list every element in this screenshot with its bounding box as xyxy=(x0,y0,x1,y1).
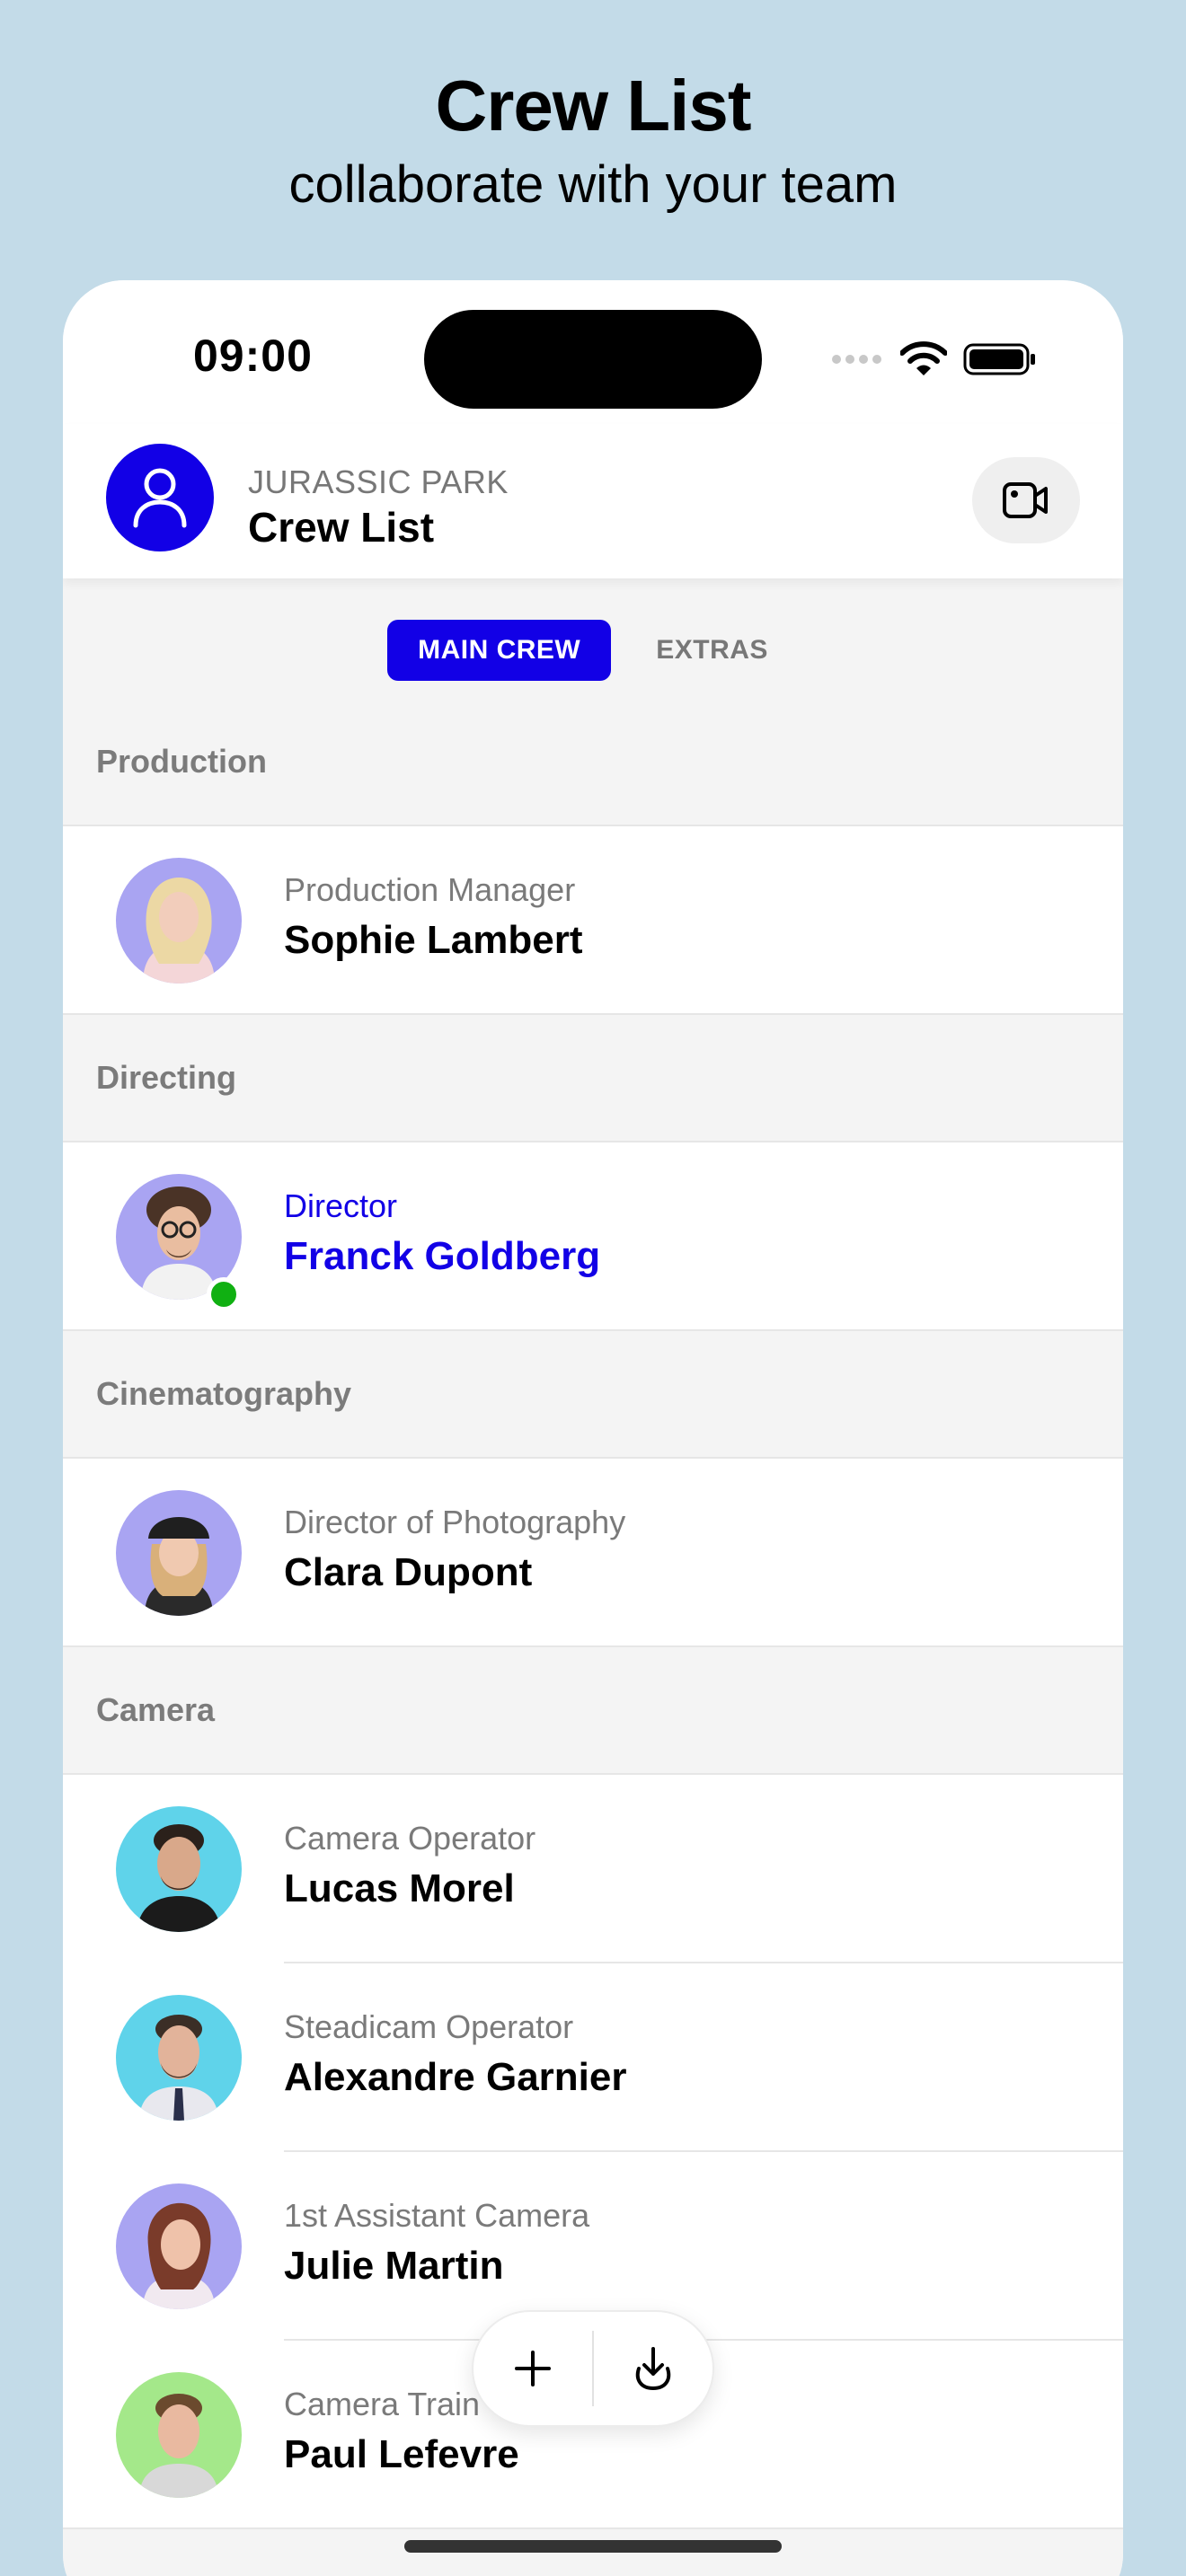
wifi-icon xyxy=(900,341,947,375)
user-icon xyxy=(133,468,187,528)
section-header-production: Production xyxy=(63,699,1123,826)
crew-role: Camera Train xyxy=(284,2386,481,2422)
crew-tabs: MAIN CREW EXTRAS xyxy=(63,620,1123,681)
floating-action-bar xyxy=(472,2310,714,2427)
crew-row[interactable]: Director Franck Goldberg xyxy=(63,1142,1123,1331)
avatar xyxy=(116,1995,242,2121)
status-time: 09:00 xyxy=(193,331,313,381)
crew-role: Camera Operator xyxy=(284,1820,536,1857)
app-header: JURASSIC PARK Crew List xyxy=(63,424,1123,578)
page-title: Crew List xyxy=(248,504,435,551)
profile-avatar[interactable] xyxy=(106,444,214,551)
cellular-signal-icon xyxy=(832,355,881,364)
crew-role: Steadicam Operator xyxy=(284,2008,574,2045)
avatar xyxy=(116,858,242,984)
add-crew-button[interactable] xyxy=(474,2310,592,2427)
battery-icon xyxy=(963,343,1035,375)
crew-role: Director of Photography xyxy=(284,1504,626,1540)
video-camera-icon xyxy=(1003,482,1048,518)
promo-subtitle: collaborate with your team xyxy=(288,155,898,214)
avatar xyxy=(116,2183,242,2309)
avatar xyxy=(116,2372,242,2498)
section-header-camera: Camera xyxy=(63,1647,1123,1775)
crew-role: Director xyxy=(284,1187,398,1224)
phone-screen: 09:00 JURASSIC PARK Crew List MAIN CREW … xyxy=(63,280,1123,2576)
download-icon xyxy=(635,2347,671,2391)
avatar xyxy=(116,1490,242,1616)
tab-main-crew[interactable]: MAIN CREW xyxy=(387,620,612,681)
download-button[interactable] xyxy=(594,2310,712,2427)
promo-title: Crew List xyxy=(435,66,751,146)
plus-icon xyxy=(515,2351,551,2386)
crew-name: Alexandre Garnier xyxy=(284,2055,627,2099)
home-indicator[interactable] xyxy=(404,2540,782,2553)
crew-name: Sophie Lambert xyxy=(284,918,583,962)
crew-role: 1st Assistant Camera xyxy=(284,2197,590,2234)
section-header-video: Video xyxy=(63,2529,1123,2576)
tab-extras[interactable]: EXTRAS xyxy=(625,620,799,681)
crew-name: Franck Goldberg xyxy=(284,1234,601,1278)
section-header-directing: Directing xyxy=(63,1015,1123,1142)
crew-name: Lucas Morel xyxy=(284,1866,515,1910)
online-status-indicator xyxy=(207,1277,241,1311)
crew-role: Production Manager xyxy=(284,871,576,908)
crew-name: Clara Dupont xyxy=(284,1550,533,1594)
crew-row[interactable]: Director of Photography Clara Dupont xyxy=(63,1459,1123,1647)
project-name: JURASSIC PARK xyxy=(248,463,509,500)
dynamic-island xyxy=(424,310,762,409)
crew-row[interactable]: Camera Operator Lucas Morel xyxy=(63,1775,1123,1963)
crew-row[interactable]: Production Manager Sophie Lambert xyxy=(63,826,1123,1015)
video-call-button[interactable] xyxy=(972,457,1080,543)
avatar xyxy=(116,1806,242,1932)
crew-row[interactable]: Steadicam Operator Alexandre Garnier xyxy=(63,1963,1123,2152)
crew-name: Julie Martin xyxy=(284,2244,504,2288)
section-header-cinematography: Cinematography xyxy=(63,1331,1123,1459)
crew-list: Production Production Manager Sophie Lam… xyxy=(63,699,1123,2576)
status-bar: 09:00 xyxy=(63,280,1123,424)
crew-name: Paul Lefevre xyxy=(284,2432,519,2476)
